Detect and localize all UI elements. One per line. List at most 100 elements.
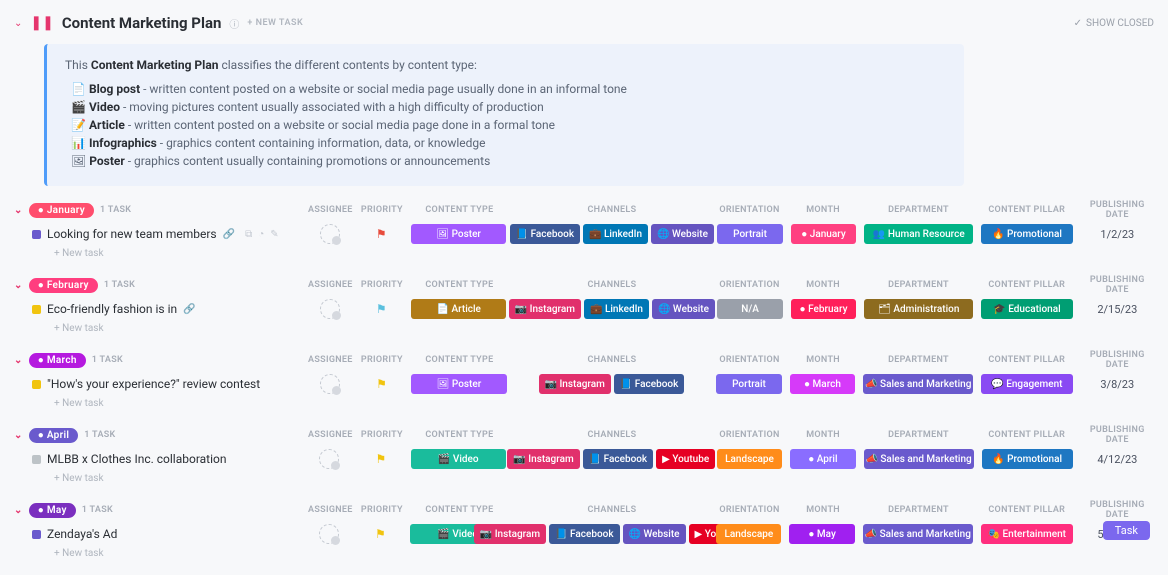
channel-badge[interactable]: 📘 Facebook <box>510 224 580 244</box>
task-row[interactable]: Eco-friendly fashion is in 🔗 ⚑ 📄 Article… <box>14 295 1154 321</box>
col-month[interactable]: MONTH <box>790 430 856 440</box>
channel-badge[interactable]: 🌐 Website <box>651 224 714 244</box>
col-type[interactable]: CONTENT TYPE <box>412 505 507 515</box>
channel-badge[interactable]: ▶ Youtube <box>656 449 715 469</box>
group-collapse-icon[interactable]: ⌄ <box>14 430 23 441</box>
orientation-cell[interactable]: Landscape <box>716 524 781 544</box>
col-month[interactable]: MONTH <box>790 355 856 365</box>
col-pillar[interactable]: CONTENT PILLAR <box>981 430 1072 440</box>
col-channels[interactable]: CHANNELS <box>515 430 709 440</box>
col-date[interactable]: PUBLISHING DATE <box>1080 350 1154 370</box>
month-chip[interactable]: ● January <box>29 203 94 218</box>
col-assignee[interactable]: ASSIGNEE <box>308 280 352 290</box>
assignee-cell[interactable] <box>307 449 351 469</box>
channels-cell[interactable]: 📘 Facebook💼 LinkedIn🌐 Website <box>514 224 709 244</box>
col-pillar[interactable]: CONTENT PILLAR <box>981 355 1072 365</box>
group-collapse-icon[interactable]: ⌄ <box>14 355 23 366</box>
col-type[interactable]: CONTENT TYPE <box>412 430 507 440</box>
channel-badge[interactable]: 🌐 Website <box>652 299 715 319</box>
col-department[interactable]: DEPARTMENT <box>864 280 973 290</box>
status-box-icon[interactable] <box>32 230 41 239</box>
department-cell[interactable]: 🗂 Administration <box>864 299 973 319</box>
col-date[interactable]: PUBLISHING DATE <box>1080 275 1154 295</box>
task-tool-icons[interactable]: ⧉ ◔ ✎ <box>245 229 279 240</box>
col-orientation[interactable]: ORIENTATION <box>717 355 783 365</box>
assignee-avatar[interactable] <box>319 449 339 469</box>
col-assignee[interactable]: ASSIGNEE <box>308 355 352 365</box>
status-box-icon[interactable] <box>32 455 41 464</box>
edit-icon[interactable]: ✎ <box>270 229 278 240</box>
publishing-date[interactable]: 3/8/23 <box>1081 378 1154 391</box>
channels-cell[interactable]: 📷 Instagram📘 Facebook▶ Youtube <box>514 449 709 469</box>
channel-badge[interactable]: 📘 Facebook <box>583 449 653 469</box>
orientation-cell[interactable]: Landscape <box>717 449 782 469</box>
col-department[interactable]: DEPARTMENT <box>864 430 973 440</box>
col-priority[interactable]: PRIORITY <box>360 280 404 290</box>
task-title-cell[interactable]: MLBB x Clothes Inc. collaboration <box>32 452 299 466</box>
department-cell[interactable]: 👥 Human Resource <box>864 224 973 244</box>
task-row[interactable]: Looking for new team members 🔗 ⧉◔✎ ⚑ 🖼 P… <box>14 220 1154 246</box>
col-channels[interactable]: CHANNELS <box>515 505 709 515</box>
col-pillar[interactable]: CONTENT PILLAR <box>981 505 1072 515</box>
col-month[interactable]: MONTH <box>790 280 856 290</box>
col-month[interactable]: MONTH <box>790 205 856 215</box>
col-assignee[interactable]: ASSIGNEE <box>308 430 352 440</box>
department-cell[interactable]: 📣 Sales and Marketing <box>864 449 974 469</box>
channel-badge[interactable]: 💼 LinkedIn <box>584 299 649 319</box>
col-department[interactable]: DEPARTMENT <box>864 355 973 365</box>
col-orientation[interactable]: ORIENTATION <box>717 205 783 215</box>
channel-badge[interactable]: 📷 Instagram <box>507 449 579 469</box>
orientation-cell[interactable]: N/A <box>717 299 782 319</box>
task-row[interactable]: MLBB x Clothes Inc. collaboration ⚑ 🎬 Vi… <box>14 445 1154 471</box>
assignee-avatar[interactable] <box>320 374 340 394</box>
month-chip[interactable]: ● February <box>29 278 98 293</box>
tag-icon[interactable]: ◔ <box>258 229 264 240</box>
priority-cell[interactable]: ⚑ <box>359 302 403 316</box>
group-collapse-icon[interactable]: ⌄ <box>14 505 23 516</box>
pillar-cell[interactable]: 🎭 Entertainment <box>981 524 1073 544</box>
group-collapse-icon[interactable]: ⌄ <box>14 205 23 216</box>
month-chip[interactable]: ● April <box>29 428 79 443</box>
subtask-icon[interactable]: ⧉ <box>245 229 252 240</box>
pillar-cell[interactable]: 🔥 Promotional <box>981 224 1072 244</box>
channels-cell[interactable]: 📷 Instagram💼 LinkedIn🌐 Website <box>514 299 709 319</box>
task-row[interactable]: Zendaya's Ad ⚑ 🎬 Video 📷 Instagram📘 Face… <box>14 520 1154 546</box>
month-chip[interactable]: ● March <box>29 353 86 368</box>
attachment-icon[interactable]: 🔗 <box>223 229 235 240</box>
month-cell[interactable]: ● January <box>791 224 856 244</box>
new-task-button[interactable]: + New task <box>14 246 1154 265</box>
col-pillar[interactable]: CONTENT PILLAR <box>981 280 1072 290</box>
channel-badge[interactable]: 📘 Facebook <box>549 524 619 544</box>
assignee-avatar[interactable] <box>320 224 340 244</box>
col-department[interactable]: DEPARTMENT <box>864 205 973 215</box>
col-priority[interactable]: PRIORITY <box>360 430 404 440</box>
assignee-cell[interactable] <box>308 299 352 319</box>
info-icon[interactable]: ⓘ <box>229 16 239 31</box>
new-task-button[interactable]: + New task <box>14 471 1154 490</box>
priority-cell[interactable]: ⚑ <box>359 227 403 241</box>
task-title-cell[interactable]: Eco-friendly fashion is in 🔗 <box>32 302 300 316</box>
new-task-button[interactable]: + New task <box>14 546 1154 565</box>
priority-cell[interactable]: ⚑ <box>359 527 403 541</box>
col-type[interactable]: CONTENT TYPE <box>412 280 507 290</box>
new-task-header-button[interactable]: + NEW TASK <box>247 18 303 28</box>
publishing-date[interactable]: 2/15/23 <box>1081 303 1154 316</box>
col-assignee[interactable]: ASSIGNEE <box>308 205 352 215</box>
col-date[interactable]: PUBLISHING DATE <box>1080 200 1154 220</box>
show-closed-toggle[interactable]: ✓ SHOW CLOSED <box>1074 18 1154 29</box>
col-orientation[interactable]: ORIENTATION <box>717 430 783 440</box>
month-cell[interactable]: ● May <box>789 524 854 544</box>
department-cell[interactable]: 📣 Sales and Marketing <box>863 524 973 544</box>
task-title-cell[interactable]: Zendaya's Ad <box>32 527 299 541</box>
department-cell[interactable]: 📣 Sales and Marketing <box>863 374 973 394</box>
assignee-cell[interactable] <box>308 374 352 394</box>
col-orientation[interactable]: ORIENTATION <box>717 505 783 515</box>
content-type-cell[interactable]: 🖼 Poster <box>411 224 506 244</box>
pillar-cell[interactable]: 💬 Engagement <box>981 374 1072 394</box>
channel-badge[interactable]: 🌐 Website <box>623 524 686 544</box>
task-title-cell[interactable]: "How's your experience?" review contest <box>32 377 300 391</box>
publishing-date[interactable]: 1/2/23 <box>1081 228 1154 241</box>
group-collapse-icon[interactable]: ⌄ <box>14 280 23 291</box>
col-month[interactable]: MONTH <box>790 505 856 515</box>
channel-badge[interactable]: 📷 Instagram <box>509 299 581 319</box>
